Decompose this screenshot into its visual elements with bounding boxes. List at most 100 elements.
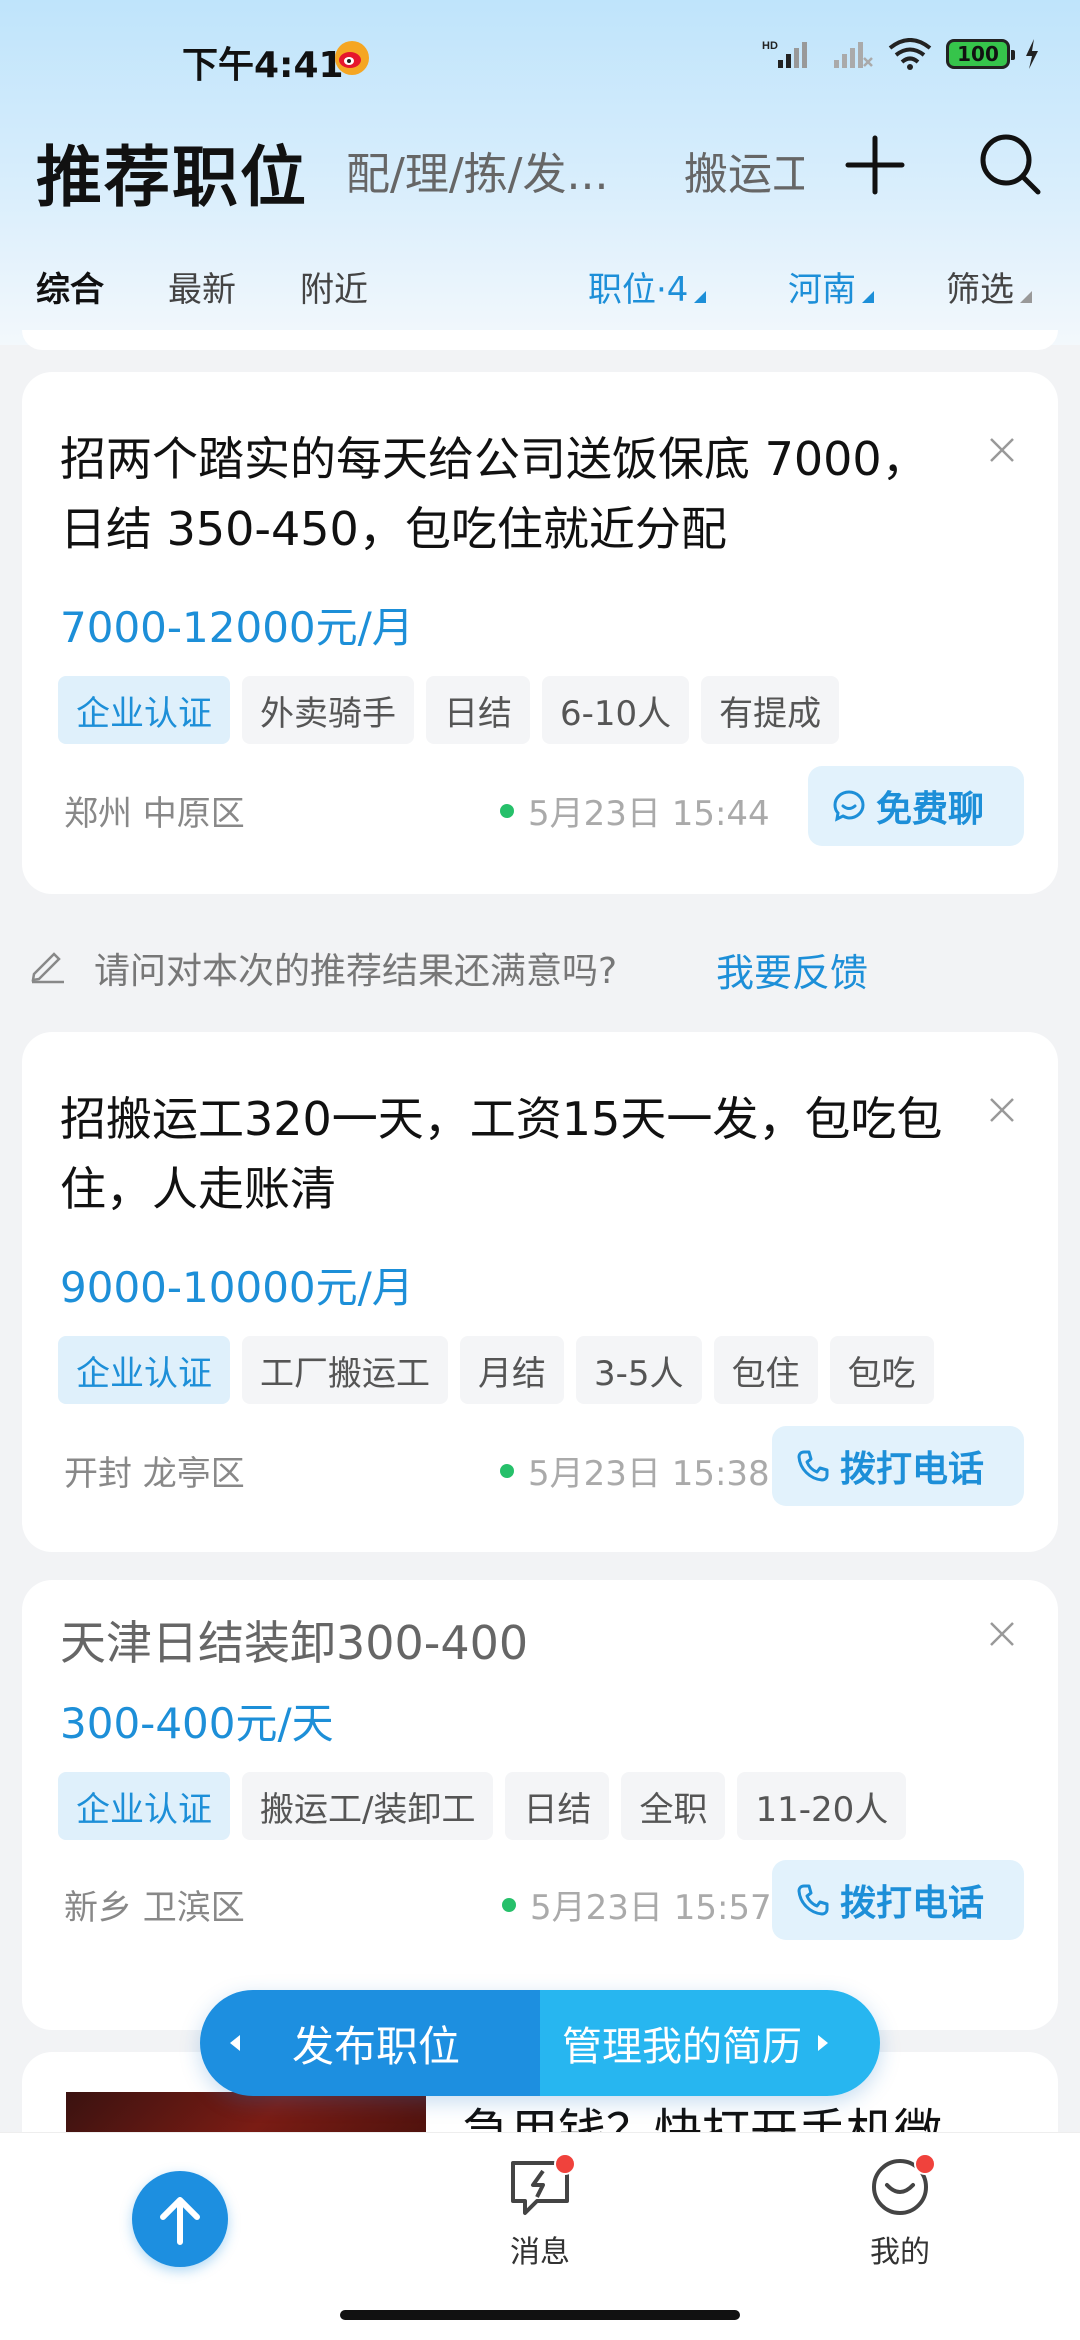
job-tag: 外卖骑手	[242, 676, 414, 744]
sort-tab-latest[interactable]: 最新	[168, 262, 236, 311]
free-chat-button[interactable]: 免费聊	[807, 766, 1024, 846]
job-salary: 300-400元/天	[60, 1699, 334, 1748]
job-location: 开封 龙亭区	[64, 1454, 245, 1494]
signal-x-icon	[834, 42, 873, 68]
nav-messages-label: 消息	[510, 2235, 570, 2270]
filter-dropdown[interactable]: 筛选	[946, 262, 1032, 311]
nav-mine-label: 我的	[870, 2235, 930, 2270]
feedback-row: 请问对本次的推荐结果还满意吗? 我要反馈	[0, 930, 1080, 1000]
job-location: 新乡 卫滨区	[64, 1888, 245, 1928]
online-dot	[500, 803, 514, 818]
feedback-link[interactable]: 我要反馈	[716, 942, 868, 997]
dropdown-triangle-icon	[1020, 291, 1032, 303]
job-tag: 日结	[505, 1772, 610, 1840]
job-time: 5月23日 15:44	[500, 786, 770, 835]
call-button[interactable]: 拨打电话	[771, 1426, 1024, 1506]
notification-badge	[554, 2153, 576, 2175]
header: 推荐职位 配/理/拣/发... 搬运工	[0, 110, 1080, 220]
tag-verified: 企业认证	[58, 1336, 230, 1404]
nav-mine[interactable]: 我的	[840, 2153, 960, 2271]
job-tag: 11-20人	[737, 1772, 907, 1840]
job-tag: 6-10人	[542, 676, 690, 744]
job-time-text: 5月23日 15:57	[530, 1888, 772, 1928]
dropdown-triangle-icon	[694, 291, 707, 303]
charging-icon	[1026, 39, 1038, 69]
call-label: 拨打电话	[839, 1883, 984, 1924]
tag-verified: 企业认证	[58, 1772, 230, 1840]
pencil-icon	[31, 952, 64, 984]
job-salary: 9000-10000元/月	[60, 1263, 414, 1312]
job-tags: 企业认证 搬运工/装卸工 日结 全职 11-20人	[58, 1772, 907, 1840]
job-time-text: 5月23日 15:44	[528, 794, 770, 834]
job-title: 天津日结装卸300-400	[60, 1616, 529, 1670]
job-tag: 包住	[713, 1336, 818, 1404]
nav-messages[interactable]: 消息	[480, 2153, 600, 2271]
arrow-right-icon	[818, 2035, 828, 2051]
close-icon[interactable]	[988, 1096, 1016, 1124]
job-card[interactable]: 招搬运工320一天，工资15天一发，包吃包住，人走账清 9000-10000元/…	[22, 1032, 1058, 1552]
job-tag: 有提成	[701, 676, 840, 744]
filter-bar: 综合 最新 附近 职位·4 河南 筛选	[0, 252, 1080, 322]
svg-text:HD: HD	[762, 40, 778, 52]
dropdown-triangle-icon	[862, 291, 874, 303]
job-time: 5月23日 15:57	[502, 1880, 772, 1929]
tab-job-category-2[interactable]: 搬运工	[684, 138, 804, 202]
tag-verified: 企业认证	[58, 676, 230, 744]
publish-job-button[interactable]: 发布职位	[200, 1990, 540, 2096]
job-title: 招两个踏实的每天给公司送饭保底 7000，日结 350-450，包吃住就近分配	[60, 432, 928, 556]
feedback-question: 请问对本次的推荐结果还满意吗?	[94, 951, 618, 992]
battery-level: 100	[957, 42, 999, 66]
search-icon[interactable]	[976, 130, 1044, 198]
job-card[interactable]: 天津日结装卸300-400 300-400元/天 企业认证 搬运工/装卸工 日结…	[22, 1580, 1058, 2030]
previous-card-edge	[22, 330, 1058, 350]
tab-job-category-1[interactable]: 配/理/拣/发...	[346, 138, 642, 202]
free-chat-label: 免费聊	[875, 789, 984, 830]
page-title: 推荐职位	[36, 139, 308, 216]
region-dropdown-label: 河南	[788, 270, 856, 310]
weibo-icon	[335, 41, 369, 75]
manage-resume-label: 管理我的简历	[562, 2024, 802, 2070]
job-card[interactable]: 招两个踏实的每天给公司送饭保底 7000，日结 350-450，包吃住就近分配 …	[22, 372, 1058, 894]
home-indicator[interactable]	[340, 2310, 740, 2320]
bottom-nav: 消息 我的	[0, 2132, 1080, 2340]
signal-icon: HD	[762, 40, 807, 68]
arrow-left-icon	[230, 2035, 240, 2051]
close-icon[interactable]	[988, 1620, 1016, 1648]
online-dot	[500, 1463, 514, 1478]
nav-publish-button[interactable]	[132, 2171, 228, 2267]
floating-action-bar: 发布职位 管理我的简历	[200, 1990, 880, 2096]
region-dropdown[interactable]: 河南	[788, 262, 874, 311]
job-tags: 企业认证 工厂搬运工 月结 3-5人 包住 包吃	[58, 1336, 934, 1404]
job-location: 郑州 中原区	[64, 794, 245, 834]
job-time: 5月23日 15:38	[500, 1446, 770, 1495]
phone-icon	[797, 1450, 829, 1482]
status-time: 下午4:41	[182, 45, 344, 86]
battery-icon: 100	[946, 39, 1015, 69]
job-time-text: 5月23日 15:38	[528, 1454, 770, 1494]
status-bar: 下午4:41 HD 100	[0, 0, 1080, 110]
call-button[interactable]: 拨打电话	[771, 1860, 1024, 1940]
job-salary: 7000-12000元/月	[60, 603, 414, 652]
plus-icon[interactable]	[842, 132, 908, 198]
arrow-up-icon	[160, 2197, 200, 2245]
call-label: 拨打电话	[839, 1449, 984, 1490]
online-dot	[502, 1897, 516, 1912]
wifi-icon	[888, 38, 932, 70]
close-icon[interactable]	[988, 436, 1016, 464]
job-tag: 搬运工/装卸工	[242, 1772, 494, 1840]
job-tags: 企业认证 外卖骑手 日结 6-10人 有提成	[58, 676, 840, 744]
job-tag: 工厂搬运工	[242, 1336, 448, 1404]
job-title: 招搬运工320一天，工资15天一发，包吃包住，人走账清	[60, 1092, 943, 1216]
job-tag: 3-5人	[576, 1336, 702, 1404]
job-tag: 全职	[621, 1772, 726, 1840]
sort-tab-comprehensive[interactable]: 综合	[36, 262, 104, 311]
position-dropdown[interactable]: 职位·4	[588, 262, 707, 311]
notification-badge	[914, 2153, 936, 2175]
job-tag: 日结	[426, 676, 530, 744]
job-tag: 月结	[460, 1336, 564, 1404]
manage-resume-button[interactable]: 管理我的简历	[540, 1990, 880, 2096]
publish-job-label: 发布职位	[292, 2021, 461, 2071]
sort-tab-nearby[interactable]: 附近	[300, 262, 368, 311]
filter-dropdown-label: 筛选	[946, 270, 1014, 310]
phone-icon	[797, 1884, 829, 1916]
